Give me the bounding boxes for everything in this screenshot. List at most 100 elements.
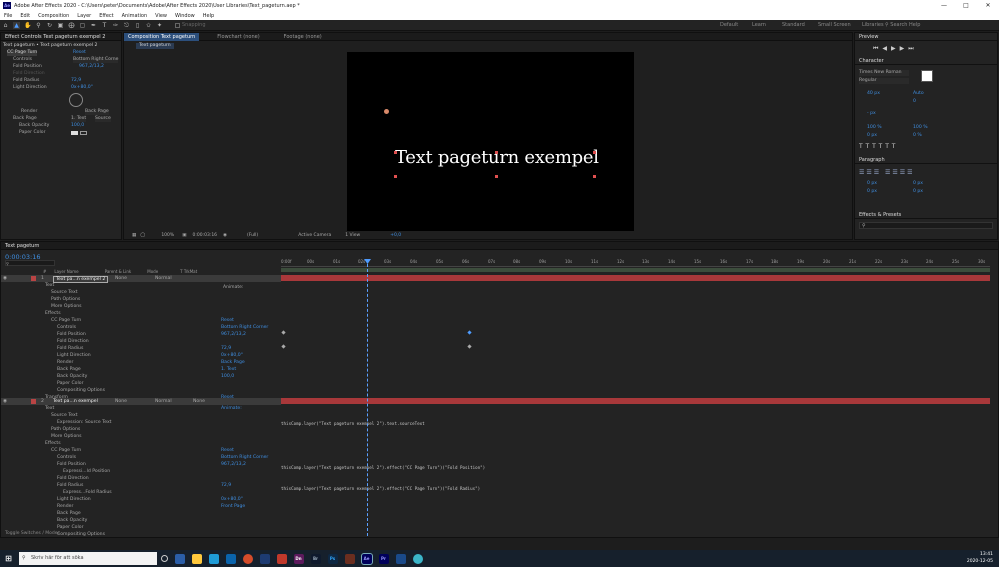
teams-icon[interactable] xyxy=(259,553,270,564)
clone-stamp-tool-icon[interactable]: ⎋ xyxy=(123,22,130,29)
property-label[interactable]: Source Text xyxy=(51,290,78,296)
indent-right-value[interactable]: 0 px xyxy=(913,181,923,187)
property-label[interactable]: Compositing Options xyxy=(57,532,105,538)
menu-layer[interactable]: Layer xyxy=(77,13,91,19)
transform-handle[interactable] xyxy=(394,175,397,178)
premiere-icon[interactable]: Pr xyxy=(378,553,389,564)
visibility-eye-icon[interactable]: ◉ xyxy=(3,398,7,405)
after-effects-icon[interactable]: Ae xyxy=(360,552,373,565)
search-help-input[interactable]: ⚲ Search Help xyxy=(885,22,955,29)
grid-icon[interactable]: ▦ xyxy=(132,233,136,238)
pen-tool-icon[interactable]: ✒ xyxy=(90,22,97,29)
menu-edit[interactable]: Edit xyxy=(20,13,30,19)
layer-2-duration-bar[interactable] xyxy=(281,398,990,404)
property-value[interactable]: Back Page xyxy=(221,360,245,366)
layer-label-color[interactable] xyxy=(31,399,36,404)
font-style-dropdown[interactable]: Regular xyxy=(859,78,909,84)
ec-render-dropdown[interactable]: Back Page xyxy=(85,109,109,115)
property-label[interactable]: Text xyxy=(45,406,54,412)
horizontal-scale-value[interactable]: 100 % xyxy=(913,125,928,131)
property-label[interactable]: Paper Color xyxy=(57,525,83,531)
layer-trkmat-dropdown[interactable]: None xyxy=(193,398,205,405)
font-size-value[interactable]: 40 px xyxy=(867,91,880,97)
space-after-value[interactable]: 0 px xyxy=(913,189,923,195)
property-label[interactable]: Fold Direction xyxy=(57,339,89,345)
cortana-icon[interactable] xyxy=(160,555,168,562)
property-label[interactable]: More Options xyxy=(51,304,82,310)
property-value[interactable]: Front Page xyxy=(221,504,245,510)
property-label[interactable]: Back Page xyxy=(57,511,81,517)
roto-brush-tool-icon[interactable]: ✩ xyxy=(145,22,152,29)
property-label[interactable]: Path Options xyxy=(51,297,80,303)
zoom-dropdown[interactable]: 100% xyxy=(161,233,174,238)
current-time-viewer[interactable]: 0:00:03:16 xyxy=(192,233,217,238)
property-label[interactable]: Effects xyxy=(45,441,61,447)
dimension-icon[interactable]: Dn xyxy=(293,553,304,564)
effects-search-input[interactable]: ⚲ xyxy=(859,222,993,229)
property-value[interactable]: Bottom Right Corner xyxy=(221,455,268,461)
property-label[interactable]: Expressi...ld Position xyxy=(63,469,110,475)
composition-viewer[interactable]: Text pageturn exempel xyxy=(347,52,634,231)
property-label[interactable]: Source Text xyxy=(51,413,78,419)
stroke-width-value[interactable]: - px xyxy=(867,111,876,117)
property-label[interactable]: Expression: Source Text xyxy=(57,420,111,426)
ec-fold-radius-value[interactable]: 72,9 xyxy=(71,78,81,84)
selection-tool-icon[interactable]: ▲ xyxy=(13,21,20,29)
property-label[interactable]: Effects xyxy=(45,311,61,317)
property-label[interactable]: CC Page Turn xyxy=(51,448,81,454)
taskbar-search-input[interactable]: ⚲ Skriv här för att söka xyxy=(19,552,157,565)
minimize-icon[interactable]: — xyxy=(933,2,955,9)
brush-tool-icon[interactable]: ✑ xyxy=(112,22,119,29)
ec-light-direction-value[interactable]: 0x+80,0° xyxy=(71,85,93,91)
property-label[interactable]: More Options xyxy=(51,434,82,440)
indent-left-value[interactable]: 0 px xyxy=(867,181,877,187)
property-label[interactable]: Light Direction xyxy=(57,353,91,359)
tab-footage[interactable]: Footage (none) xyxy=(280,33,326,41)
vertical-scale-value[interactable]: 100 % xyxy=(867,125,882,131)
snapping-checkbox[interactable] xyxy=(175,22,180,28)
app-icon[interactable] xyxy=(344,553,355,564)
transform-handle[interactable] xyxy=(495,175,498,178)
property-label[interactable]: Fold Direction xyxy=(57,476,89,482)
file-explorer-icon[interactable] xyxy=(191,553,202,564)
app-icon[interactable] xyxy=(395,553,406,564)
faux-styles-buttons[interactable]: TTTTTT xyxy=(859,143,898,150)
property-label[interactable]: Path Options xyxy=(51,427,80,433)
space-before-value[interactable]: 0 px xyxy=(867,189,877,195)
photoshop-icon[interactable]: Ps xyxy=(327,553,338,564)
zoom-tool-icon[interactable]: ⚲ xyxy=(35,22,42,29)
layer-name[interactable]: Text pa...n exempel 2 xyxy=(53,276,109,283)
rotate-tool-icon[interactable]: ↻ xyxy=(46,22,53,29)
menu-view[interactable]: View xyxy=(155,13,167,19)
hand-tool-icon[interactable]: ✋ xyxy=(24,22,31,29)
property-value[interactable]: Reset xyxy=(221,318,234,324)
ec-back-opacity-value[interactable]: 100,0 xyxy=(71,123,84,129)
workspace-small-screen[interactable]: Small Screen xyxy=(818,20,851,31)
views-dropdown[interactable]: 1 View xyxy=(345,233,360,238)
taskbar-clock[interactable]: 13:41 2020-12-05 xyxy=(967,551,993,565)
type-tool-icon[interactable]: T xyxy=(101,22,108,29)
mask-icon[interactable]: ◯ xyxy=(140,233,145,238)
workspace-learn[interactable]: Learn xyxy=(752,20,766,31)
workspace-standard[interactable]: Standard xyxy=(782,20,805,31)
layer-mode-dropdown[interactable]: Normal xyxy=(155,398,172,405)
ec-back-page-source-dropdown[interactable]: Source xyxy=(95,116,111,122)
timeline-search-input[interactable]: ⚲ xyxy=(5,260,55,266)
menu-help[interactable]: Help xyxy=(203,13,214,19)
property-value[interactable]: 100,0 xyxy=(221,374,234,380)
task-view-icon[interactable] xyxy=(174,553,185,564)
rectangle-tool-icon[interactable]: ▢ xyxy=(79,22,86,29)
chrome-icon[interactable] xyxy=(242,553,253,564)
layer-name[interactable]: Text pa...n exempel xyxy=(53,398,98,405)
expression-fold-position[interactable]: thisComp.layer("Text pageturn exempel 2"… xyxy=(281,465,485,470)
animate-menu-1[interactable]: Animate: xyxy=(223,285,243,290)
property-label[interactable]: Controls xyxy=(57,455,76,461)
property-label[interactable]: Paper Color xyxy=(57,381,83,387)
tab-timeline[interactable]: Text pageturn xyxy=(1,242,43,250)
property-value[interactable]: 1. Text xyxy=(221,367,236,373)
snapping-toggle[interactable]: Snapping xyxy=(175,22,206,28)
transform-handle[interactable] xyxy=(593,151,596,154)
ec-fold-position-value[interactable]: 967,2/13,2 xyxy=(79,64,104,70)
property-label[interactable]: Back Opacity xyxy=(57,518,87,524)
region-icon[interactable]: ▣ xyxy=(182,233,186,238)
